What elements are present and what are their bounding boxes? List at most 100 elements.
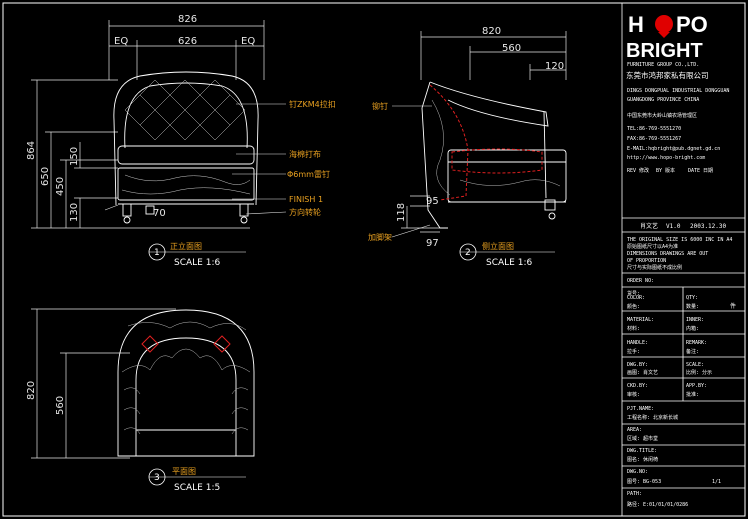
view-scale: SCALE 1:5	[174, 483, 220, 493]
rev-header-by: BY 版本	[656, 167, 675, 174]
company-cn: 东莞市鸿邦家私有限公司	[626, 70, 709, 80]
address-block: DINGS DONGPUAL INDUSTRIAL DONGGUAN GUANG…	[627, 88, 729, 161]
field-row: MATERIAL: 材料: INNER: 内箱:	[627, 317, 704, 332]
dim-plan-560: 560	[55, 396, 66, 415]
notice-block: THE ORIGINAL SIZE IS 6000 INC IN A4 原始图纸…	[627, 237, 732, 271]
project-value: 工程名称: 北京新长城	[627, 414, 678, 421]
dim-front-height: 864	[26, 141, 37, 160]
rev-author: 肖文艺	[640, 222, 658, 230]
field-value: 件	[730, 302, 736, 310]
dim-front-650: 650	[40, 167, 51, 186]
dwg-title-label: DWG.TITLE:	[627, 448, 657, 454]
dim-side-118: 118	[396, 203, 407, 222]
field-label: HANDLE:	[627, 340, 648, 346]
field-label: QTY:	[686, 295, 698, 301]
order-no-label: ORDER NO:	[627, 278, 654, 284]
path-label: PATH:	[627, 491, 642, 497]
dim-side-97: 97	[426, 238, 439, 249]
note-caster: 方向转轮	[289, 207, 321, 217]
logo-po: PO	[676, 12, 708, 37]
cad-drawing: 826 EQ 626 EQ 864 650 450 150 130 70 钉ZK…	[2, 2, 746, 517]
view-number: 3	[154, 473, 160, 483]
address-line: TEL:86-769-5551270	[627, 126, 681, 132]
dim-front-inner: 626	[178, 36, 197, 47]
view-number: 1	[154, 248, 160, 258]
dim-front-450: 450	[55, 177, 66, 196]
address-line: GUANGDONG PROVINCE CHINA	[627, 97, 699, 103]
plan-view: 820 560 3 平面图 SCALE 1:5	[26, 308, 255, 493]
field-label: 批准:	[686, 391, 699, 398]
logo-mark-icon	[655, 15, 673, 38]
field-label: 比例: 分示	[686, 369, 712, 376]
view-title: 正立面图	[170, 241, 202, 251]
field-row: COLOR: 颜色: QTY: 数量: 件	[627, 295, 736, 310]
logo-h: H	[628, 12, 644, 37]
notice-line: 原始图纸尺寸以A4为准	[627, 243, 678, 250]
field-label: 备注:	[686, 348, 699, 355]
area-label: AREA:	[627, 427, 642, 433]
area-value: 区域: 超市堂	[627, 435, 658, 442]
notice-line: THE ORIGINAL SIZE IS 6000 INC IN A4	[627, 237, 732, 243]
note-nail: Φ6mm雷钉	[287, 169, 330, 179]
address-line: 中国东莞市大岭山镇农场管理区	[627, 112, 697, 119]
title-block: H PO BRIGHT FURNITURE GROUP CO.,LTD. 东莞市…	[621, 3, 745, 516]
cad-drawing-canvas[interactable]: 826 EQ 626 EQ 864 650 450 150 130 70 钉ZK…	[0, 0, 748, 519]
notice-line: OF PROPORTION	[627, 258, 666, 264]
field-label: SCALE:	[686, 362, 704, 368]
field-row: CKD.BY: 审核: APP.BY: 批准:	[627, 383, 707, 398]
field-label: 画图: 肖文艺	[627, 369, 658, 376]
field-label: 拉手:	[627, 348, 640, 355]
note-finish: FINISH 1	[289, 195, 323, 204]
view-number: 2	[465, 248, 471, 258]
dim-side-120: 120	[545, 61, 564, 72]
note-foot-frame: 加脚架	[368, 232, 392, 242]
side-view: 820 560 120 95 118 97 铆钉 加脚架 2 侧立面图 SCAL…	[368, 26, 567, 268]
company-en: FURNITURE GROUP CO.,LTD.	[627, 62, 699, 68]
dim-front-150: 150	[69, 147, 80, 166]
field-label: APP.BY:	[686, 383, 707, 389]
field-label: COLOR:	[627, 295, 645, 301]
sheet-count: 1/1	[712, 479, 721, 485]
project-label: PJT.NAME:	[627, 406, 654, 412]
address-line: FAX:86-769-5551267	[627, 136, 681, 142]
logo-bright: BRIGHT	[626, 40, 703, 62]
view-scale: SCALE 1:6	[174, 258, 220, 268]
view-scale: SCALE 1:6	[486, 258, 532, 268]
rev-date: 2003.12.30	[690, 223, 727, 230]
field-label: 颜色:	[627, 303, 640, 310]
field-label: MATERIAL:	[627, 317, 654, 323]
dim-front-70: 70	[153, 208, 166, 219]
field-row: DWG.BY: 画图: 肖文艺 SCALE: 比例: 分示	[627, 362, 712, 376]
field-label: REMARK:	[686, 340, 707, 346]
field-label: 内箱:	[686, 325, 699, 332]
field-row: HANDLE: 拉手: REMARK: 备注:	[627, 340, 707, 355]
notice-line: DIMENSIONS DRAWINGS ARE OUT	[627, 251, 708, 257]
dim-front-eq-right: EQ	[241, 36, 255, 47]
rev-version: V1.0	[666, 223, 681, 230]
field-label: 数量:	[686, 303, 699, 310]
field-label: 审核:	[627, 391, 640, 398]
dim-side-560: 560	[502, 43, 521, 54]
address-line: DINGS DONGPUAL INDUSTRIAL DONGGUAN	[627, 88, 729, 94]
note-button-tufting: 钉ZKM4拉扣	[289, 99, 336, 109]
field-label: DWG.BY:	[627, 362, 648, 368]
field-label: CKD.BY:	[627, 383, 648, 389]
front-view: 826 EQ 626 EQ 864 650 450 150 130 70 钉ZK…	[26, 14, 336, 268]
address-line: E-MAIL:hqbright@pub.dgnet.gd.cn	[627, 146, 720, 152]
dwg-no-value: 图号: BG-053	[627, 479, 661, 485]
path-value: 路径: E:01/01/01/0286	[627, 501, 688, 508]
dim-plan-depth: 820	[26, 381, 37, 400]
view-title: 侧立面图	[482, 241, 514, 251]
notice-line: 尺寸与实际图纸不成比例	[627, 264, 682, 271]
rev-header-date: DATE 日期	[688, 168, 713, 174]
dim-front-130: 130	[69, 203, 80, 222]
note-rivet: 铆钉	[372, 101, 388, 111]
dwg-title-value: 图名: 休闲椅	[627, 456, 658, 463]
field-label: 材料:	[627, 325, 640, 332]
dim-front-width: 826	[178, 14, 197, 25]
view-title: 平面图	[172, 467, 196, 476]
address-line: http://www.hopo-bright.com	[627, 155, 705, 161]
dim-side-width: 820	[482, 26, 501, 37]
rev-header-rev: REV 修改	[627, 167, 649, 174]
note-sponge-cloth: 海棉打布	[289, 149, 321, 159]
